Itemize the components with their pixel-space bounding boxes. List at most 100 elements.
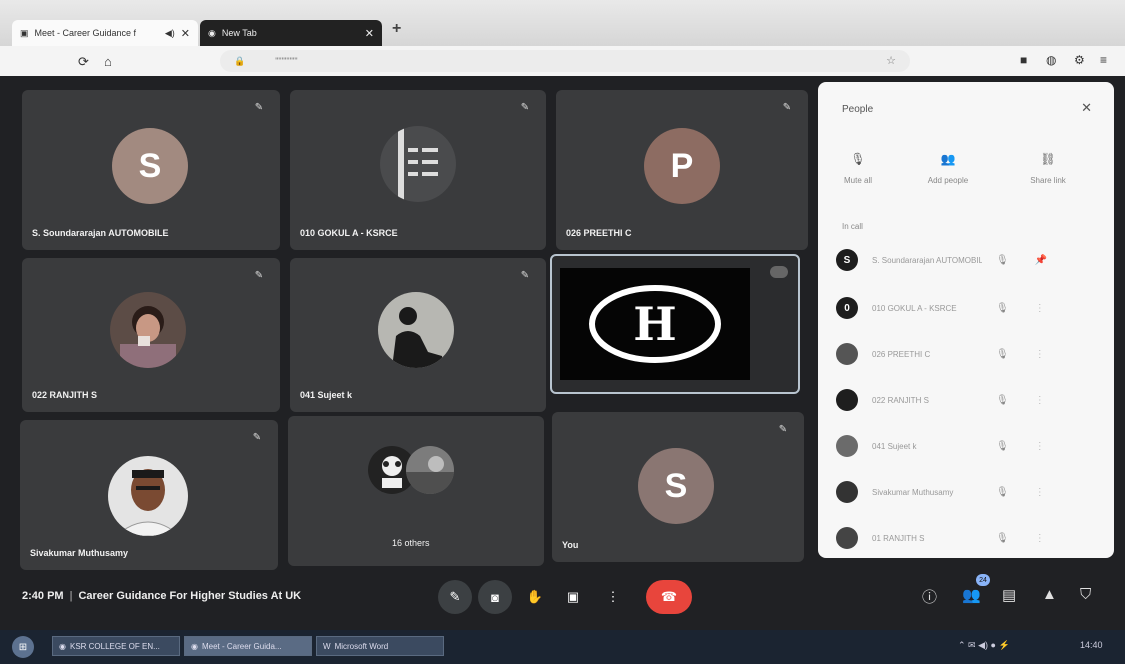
more-icon[interactable]: ⋮ bbox=[1035, 395, 1045, 406]
mic-off-icon[interactable]: 🎙 bbox=[996, 255, 1009, 266]
participant-tile[interactable]: ✎ 022 RANJITH S bbox=[22, 258, 280, 412]
divider: | bbox=[69, 590, 73, 602]
tab-title: New Tab bbox=[221, 28, 257, 38]
more-icon[interactable]: ⋮ bbox=[1035, 487, 1045, 498]
mic-off-icon[interactable]: 🎙 bbox=[996, 441, 1009, 452]
avatar bbox=[378, 292, 454, 368]
mic-off-icon[interactable]: 🎙 bbox=[996, 533, 1009, 544]
participant-tile[interactable]: ✎ 010 GOKUL A - KSRCE bbox=[290, 90, 546, 250]
participant-name: 022 RANJITH S bbox=[872, 395, 929, 405]
home-icon[interactable]: ⌂ bbox=[104, 54, 112, 69]
more-options-button[interactable]: ⋮ bbox=[596, 580, 630, 614]
raise-hand-button[interactable]: ✋ bbox=[518, 580, 552, 614]
meet-icon: ▣ bbox=[20, 27, 29, 38]
more-icon: ⋮ bbox=[606, 589, 620, 604]
participant-name: 041 Sujeet k bbox=[872, 441, 917, 451]
more-icon[interactable]: ⋮ bbox=[1035, 303, 1045, 314]
list-item[interactable]: 041 Sujeet k 🎙 ⋮ bbox=[836, 432, 1096, 460]
list-item[interactable]: S S. Soundararajan AUTOMOBILE 🎙 📌 bbox=[836, 246, 1096, 274]
account-icon[interactable]: ◍ bbox=[1046, 53, 1056, 67]
tray-icons[interactable]: ⌃ ✉ ◀) ● ⚡ bbox=[958, 640, 1010, 651]
close-icon[interactable]: ✕ bbox=[181, 27, 190, 40]
pin-icon[interactable]: 📌 bbox=[1035, 255, 1047, 266]
list-item[interactable]: Sivakumar Muthusamy 🎙 ⋮ bbox=[836, 478, 1096, 506]
share-link-button[interactable]: ⛓ Share link bbox=[1008, 152, 1088, 185]
avatar bbox=[406, 446, 454, 494]
camera-off-icon: ◙ bbox=[491, 589, 499, 605]
list-item[interactable]: 022 RANJITH S 🎙 ⋮ bbox=[836, 386, 1096, 414]
avatar-initial: S bbox=[664, 466, 688, 505]
browser-icon: ◉ bbox=[191, 641, 198, 651]
participant-tile[interactable]: P ✎ 026 PREETHI C bbox=[556, 90, 808, 250]
participant-name: S. Soundararajan AUTOMOBILE bbox=[32, 228, 169, 238]
taskbar-item[interactable]: W Microsoft Word bbox=[316, 636, 444, 656]
mute-all-button[interactable]: 🎙 Mute all bbox=[818, 152, 898, 185]
star-icon[interactable]: ☆ bbox=[886, 54, 896, 67]
clock: 14:40 bbox=[1080, 640, 1103, 650]
mic-off-icon[interactable]: 🎙 bbox=[996, 487, 1009, 498]
more-icon[interactable]: ⋮ bbox=[1035, 441, 1045, 452]
browser-icon: ◉ bbox=[59, 641, 66, 651]
tab-title: Meet - Career Guidance f bbox=[34, 28, 137, 38]
meeting-title: Career Guidance For Higher Studies At UK bbox=[78, 590, 302, 602]
taskbar-item-label: KSR COLLEGE OF EN... bbox=[69, 641, 160, 651]
browser-tab-bar: ▣ Meet - Career Guidance f ◀) ✕ ◉ New Ta… bbox=[0, 0, 1125, 46]
phone-hangup-icon: ☎ bbox=[660, 589, 678, 604]
avatar: S bbox=[112, 128, 188, 204]
others-tile[interactable]: 16 others bbox=[288, 416, 544, 566]
address-bar[interactable]: 🔒 """"""" ☆ bbox=[220, 50, 910, 72]
mic-icon: 🎙 bbox=[850, 152, 866, 166]
avatar-initial: S bbox=[138, 146, 162, 185]
menu-icon[interactable]: ≡ bbox=[1100, 53, 1107, 67]
lock-icon: 🔒 bbox=[234, 55, 246, 66]
new-tab-button[interactable]: + bbox=[392, 20, 401, 38]
tab-new[interactable]: ◉ New Tab ✕ bbox=[200, 20, 382, 46]
participant-name: Sivakumar Muthusamy bbox=[30, 548, 129, 558]
settings-icon[interactable]: ⚙ bbox=[1074, 53, 1085, 67]
more-icon[interactable]: ⋮ bbox=[1035, 533, 1045, 544]
start-icon[interactable]: ⊞ bbox=[12, 636, 34, 658]
extension-icon[interactable]: ■ bbox=[1020, 53, 1027, 67]
host-controls-icon[interactable]: ⛉ bbox=[1080, 586, 1091, 603]
hand-icon: ✋ bbox=[526, 589, 544, 604]
leave-call-button[interactable]: ☎ bbox=[646, 580, 692, 614]
speaker-icon: ◀) bbox=[164, 27, 175, 38]
presentation-tile[interactable]: H bbox=[550, 254, 800, 394]
chat-icon[interactable]: ▤ bbox=[1002, 586, 1016, 604]
more-icon[interactable]: ⋮ bbox=[1035, 349, 1045, 360]
taskbar-item[interactable]: ◉ KSR COLLEGE OF EN... bbox=[52, 636, 180, 656]
h-logo: H bbox=[589, 285, 721, 363]
add-people-button[interactable]: 👥 Add people bbox=[908, 152, 988, 185]
participant-name: 010 GOKUL A - KSRCE bbox=[300, 228, 398, 238]
participant-tile[interactable]: S ✎ S. Soundararajan AUTOMOBILE bbox=[22, 90, 280, 250]
list-item[interactable]: 0 010 GOKUL A - KSRCE 🎙 ⋮ bbox=[836, 294, 1096, 322]
tab-meet[interactable]: ▣ Meet - Career Guidance f ◀) ✕ bbox=[12, 20, 198, 46]
meeting-info: 2:40 PM | Career Guidance For Higher Studi… bbox=[22, 590, 301, 602]
mic-off-icon[interactable]: 🎙 bbox=[996, 303, 1009, 314]
taskbar-item-label: Meet - Career Guida... bbox=[201, 641, 282, 651]
pin-icon[interactable] bbox=[770, 266, 788, 278]
reload-icon[interactable]: ⟳ bbox=[78, 54, 89, 70]
participant-name: S. Soundararajan AUTOMOBILE bbox=[872, 255, 982, 265]
close-icon[interactable]: ✕ bbox=[1081, 100, 1092, 116]
mic-off-icon[interactable]: 🎙 bbox=[996, 395, 1009, 406]
activities-icon[interactable]: ▲ bbox=[1042, 586, 1057, 603]
word-icon: W bbox=[323, 641, 331, 651]
camera-toggle-button[interactable]: ◙ bbox=[478, 580, 512, 614]
participant-name: 01 RANJITH S bbox=[872, 533, 925, 543]
people-icon[interactable]: 👥 bbox=[962, 586, 981, 604]
participant-tile[interactable]: ✎ 041 Sujeet k bbox=[290, 258, 546, 412]
list-item[interactable]: 01 RANJITH S 🎙 ⋮ bbox=[836, 524, 1096, 552]
list-item[interactable]: 026 PREETHI C 🎙 ⋮ bbox=[836, 340, 1096, 368]
mic-off-icon[interactable]: 🎙 bbox=[996, 349, 1009, 360]
mic-toggle-button[interactable]: ✎ bbox=[438, 580, 472, 614]
info-icon[interactable]: ⓘ bbox=[922, 586, 937, 607]
avatar bbox=[836, 527, 858, 549]
participant-tile[interactable]: ✎ Sivakumar Muthusamy bbox=[20, 420, 278, 570]
taskbar-item[interactable]: ◉ Meet - Career Guida... bbox=[184, 636, 312, 656]
participant-tile-self[interactable]: S ✎ You bbox=[552, 412, 804, 562]
avatar bbox=[836, 343, 858, 365]
link-icon: ⛓ bbox=[1040, 152, 1056, 166]
close-icon[interactable]: ✕ bbox=[365, 27, 374, 40]
present-button[interactable]: ▣ bbox=[556, 580, 590, 614]
